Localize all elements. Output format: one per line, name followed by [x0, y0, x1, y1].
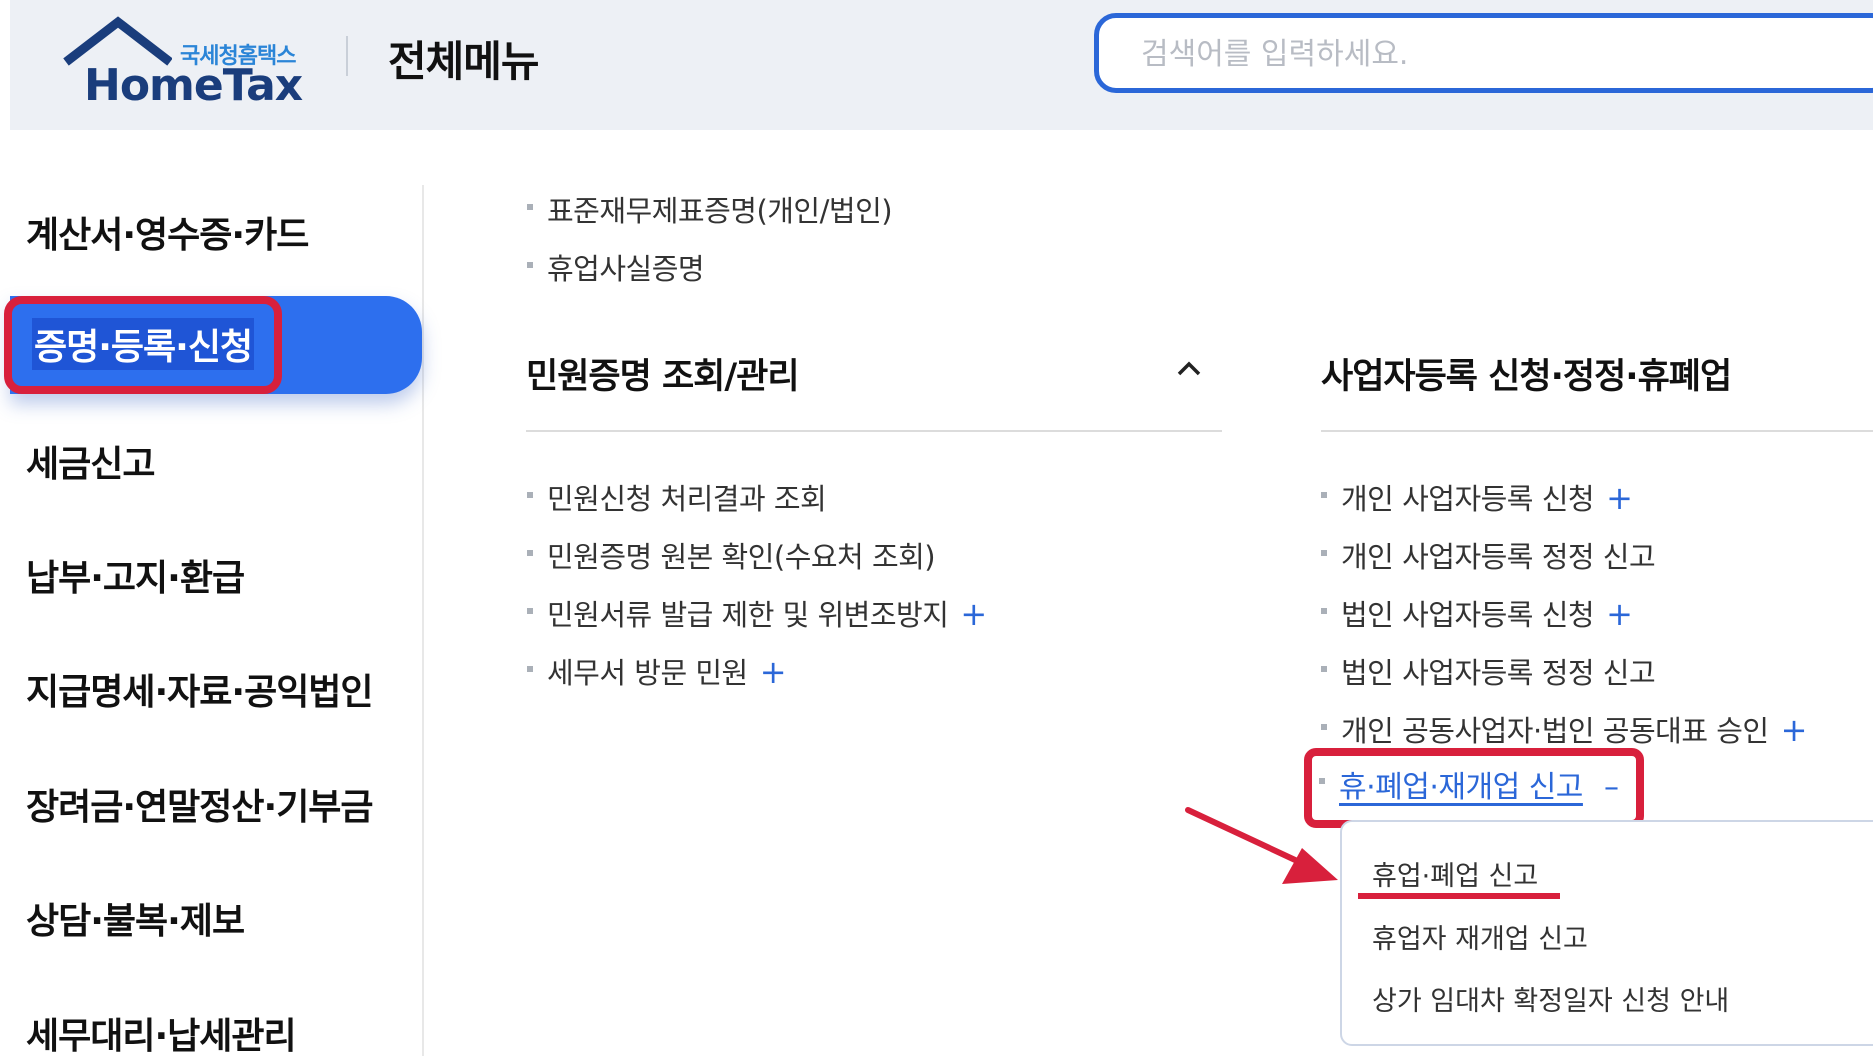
- plus-icon[interactable]: +: [1606, 595, 1633, 633]
- plus-icon[interactable]: +: [760, 653, 787, 691]
- sidebar-item-tax-agent[interactable]: 세무대리·납세관리: [26, 1007, 297, 1059]
- hometax-logo[interactable]: 국세청홈택스 HomeTax: [62, 16, 303, 110]
- highlight-box-sidebar: [4, 296, 282, 394]
- sidebar-item-payment-statement[interactable]: 지급명세·자료·공익법인: [26, 663, 374, 715]
- section-divider-left: [526, 430, 1222, 432]
- menu-link-closure-fact-cert[interactable]: 휴업사실증명: [526, 246, 705, 288]
- sidebar-item-payment-notice-refund[interactable]: 납부·고지·환급: [26, 549, 245, 601]
- menu-link-label: 법인 사업자등록 정정 신고: [1341, 656, 1656, 690]
- sidebar-item-invoice-receipt-card[interactable]: 계산서·영수증·카드: [26, 206, 309, 258]
- header-divider: [346, 36, 348, 76]
- menu-link-petition-result[interactable]: 민원신청 처리결과 조회: [526, 476, 827, 518]
- menu-link-label: 개인 사업자등록 신청: [1341, 482, 1595, 516]
- menu-link-label: 민원서류 발급 제한 및 위변조방지: [547, 598, 949, 632]
- menu-link-corporate-registration[interactable]: 법인 사업자등록 신청 +: [1320, 592, 1633, 634]
- section-title-business-registration[interactable]: 사업자등록 신청·정정·휴폐업: [1321, 348, 1732, 399]
- menu-link-corporate-correction[interactable]: 법인 사업자등록 정정 신고: [1320, 650, 1656, 692]
- menu-link-label: 민원증명 원본 확인(수요처 조회): [547, 540, 936, 574]
- search-input[interactable]: [1139, 18, 1863, 90]
- menu-link-label: 세무서 방문 민원: [547, 656, 748, 690]
- menu-link-financial-statement-cert[interactable]: 표준재무제표증명(개인/법인): [526, 188, 893, 230]
- logo-english-text: HomeTax: [84, 60, 303, 111]
- menu-link-label: 개인 사업자등록 정정 신고: [1341, 540, 1656, 574]
- plus-icon[interactable]: +: [1606, 479, 1633, 517]
- page-title: 전체메뉴: [388, 37, 540, 86]
- search-box[interactable]: [1094, 13, 1873, 93]
- menu-link-original-verify[interactable]: 민원증명 원본 확인(수요처 조회): [526, 534, 936, 576]
- submenu-closure: 휴업·폐업 신고 휴업자 재개업 신고 상가 임대차 확정일자 신청 안내: [1340, 820, 1873, 1046]
- sidebar-divider: [422, 185, 424, 1056]
- chevron-up-icon[interactable]: [1175, 355, 1203, 383]
- plus-icon[interactable]: +: [1781, 711, 1808, 749]
- menu-link-individual-correction[interactable]: 개인 사업자등록 정정 신고: [1320, 534, 1656, 576]
- highlight-underline: [1358, 893, 1560, 899]
- menu-link-label: 민원신청 처리결과 조회: [547, 482, 827, 516]
- menu-link-tax-office-visit[interactable]: 세무서 방문 민원 +: [526, 650, 787, 692]
- plus-icon[interactable]: +: [960, 595, 987, 633]
- submenu-item-reopen-report[interactable]: 휴업자 재개업 신고: [1372, 917, 1588, 956]
- submenu-item-lease-date[interactable]: 상가 임대차 확정일자 신청 안내: [1372, 979, 1729, 1018]
- highlight-box-closure: [1304, 748, 1644, 828]
- menu-link-joint-approval[interactable]: 개인 공동사업자·법인 공동대표 승인 +: [1321, 708, 1808, 750]
- sidebar-item-consult-appeal[interactable]: 상담·불복·제보: [26, 892, 245, 944]
- sidebar-item-tax-filing[interactable]: 세금신고: [26, 435, 155, 487]
- red-arrow-icon: [1185, 807, 1338, 884]
- section-divider-right: [1321, 430, 1873, 432]
- menu-link-issue-restriction[interactable]: 민원서류 발급 제한 및 위변조방지 +: [527, 592, 987, 634]
- submenu-item-closure-report[interactable]: 휴업·폐업 신고: [1372, 854, 1538, 893]
- menu-link-label: 법인 사업자등록 신청: [1341, 598, 1595, 632]
- menu-link-individual-registration[interactable]: 개인 사업자등록 신청 +: [1320, 476, 1633, 518]
- menu-link-label: 개인 공동사업자·법인 공동대표 승인: [1341, 714, 1769, 748]
- section-title-civil-petition[interactable]: 민원증명 조회/관리: [526, 348, 800, 399]
- sidebar-item-incentive-yearend[interactable]: 장려금·연말정산·기부금: [26, 778, 374, 830]
